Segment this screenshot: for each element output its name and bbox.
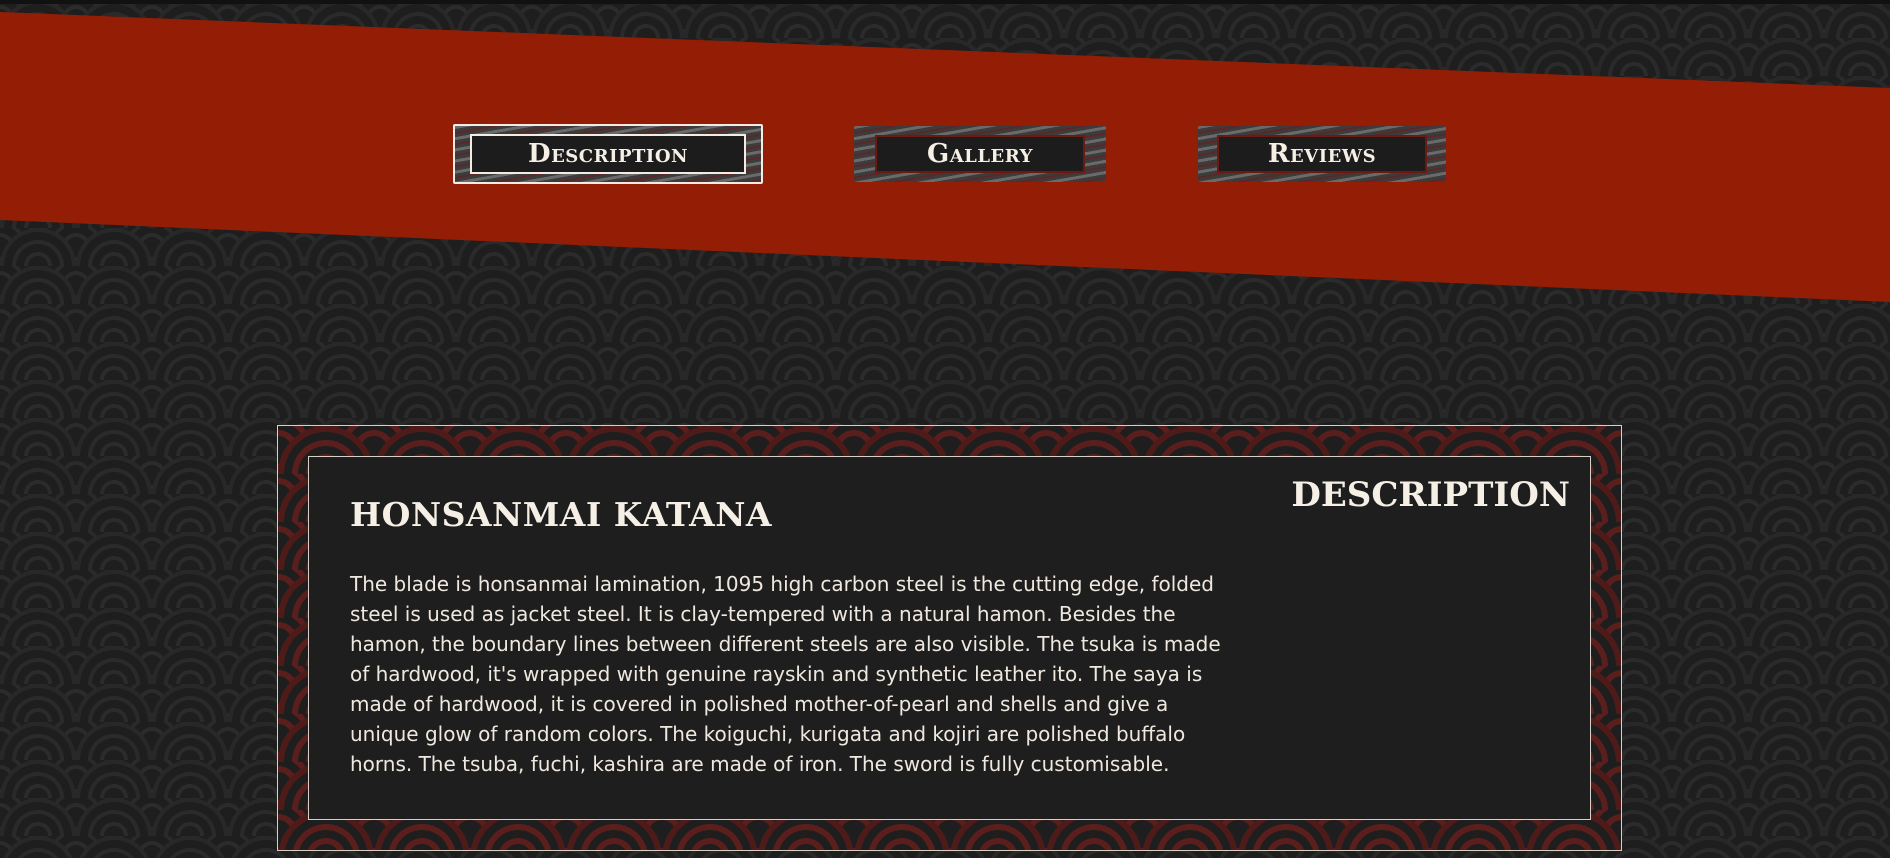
tab-reviews[interactable]: Reviews: [1198, 126, 1446, 182]
product-title: HONSANMAI KATANA: [350, 495, 773, 534]
top-edge-strip: [0, 0, 1890, 4]
section-label: DESCRIPTION: [1291, 475, 1570, 515]
tab-description[interactable]: Description: [453, 124, 763, 184]
tab-gallery[interactable]: Gallery: [854, 126, 1106, 182]
tab-reviews-label: Reviews: [1217, 135, 1427, 173]
product-description: The blade is honsanmai lamination, 1095 …: [350, 572, 1221, 776]
description-card: HONSANMAI KATANA DESCRIPTION The blade i…: [308, 456, 1591, 820]
tab-description-label: Description: [470, 134, 746, 174]
tab-gallery-label: Gallery: [875, 135, 1085, 173]
description-panel: HONSANMAI KATANA DESCRIPTION The blade i…: [277, 425, 1622, 851]
